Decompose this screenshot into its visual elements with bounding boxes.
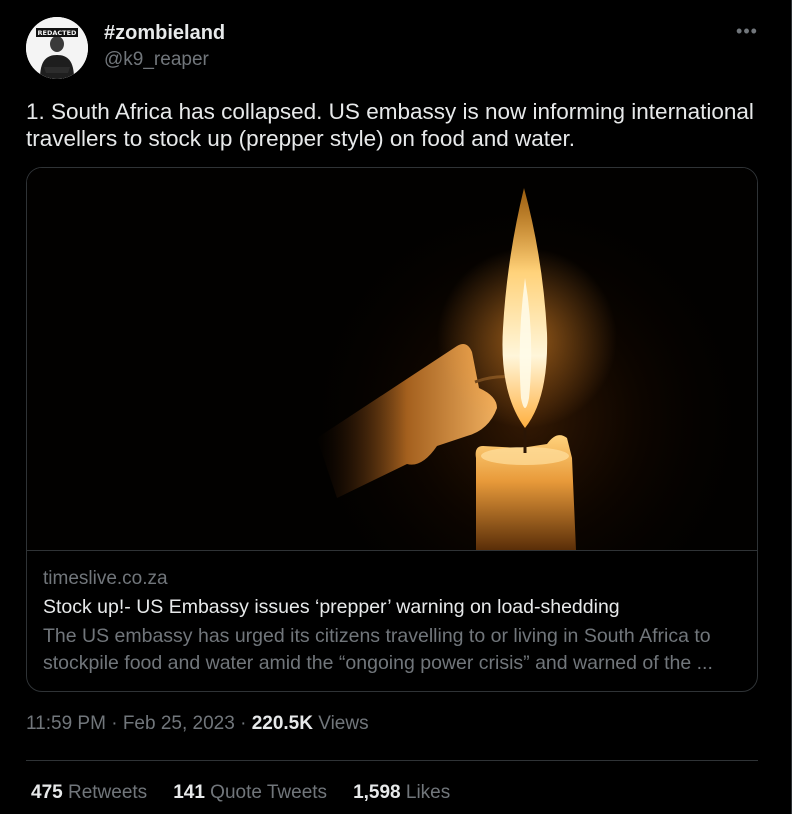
tweet-text-line: 1. South Africa has collapsed. US embass… — [26, 99, 754, 124]
card-description-line: The US embassy has urged its citizens tr… — [43, 625, 711, 647]
likes-count: 1,598 — [353, 782, 401, 803]
candle-flame-image — [27, 168, 757, 550]
quote-tweets-label: Quote Tweets — [204, 782, 328, 803]
more-horizontal-icon: ••• — [736, 21, 758, 41]
card-domain: timeslive.co.za — [43, 568, 168, 589]
avatar-image: REDACTED — [26, 17, 88, 79]
engagement-stats: 475 Retweets 141 Quote Tweets 1,598 Like… — [31, 782, 450, 804]
link-preview-card[interactable]: timeslive.co.za Stock up!- US Embassy is… — [26, 167, 758, 692]
quote-tweets-count: 141 — [173, 782, 205, 803]
card-title: Stock up!- US Embassy issues ‘prepper’ w… — [43, 596, 620, 618]
avatar[interactable]: REDACTED — [26, 17, 88, 79]
retweets-count: 475 — [31, 782, 63, 803]
likes-stat[interactable]: 1,598 Likes — [353, 782, 450, 804]
retweets-label: Retweets — [62, 782, 148, 803]
author-handle[interactable]: @k9_reaper — [104, 49, 209, 71]
tweet-text-line: travellers to stock up (prepper style) o… — [26, 126, 576, 151]
meta-separator: · — [234, 713, 252, 734]
views-count: 220.5K — [251, 713, 313, 734]
tweet-text: 1. South Africa has collapsed. US embass… — [26, 98, 766, 152]
views-label: Views — [312, 713, 369, 734]
author-display-name[interactable]: #zombieland — [104, 22, 225, 45]
tweet: REDACTED #zombieland @k9_reaper ••• 1. S… — [0, 0, 792, 814]
card-description-line: stockpile food and water amid the “ongoi… — [43, 652, 713, 674]
quote-tweets-stat[interactable]: 141 Quote Tweets — [173, 782, 327, 804]
retweets-stat[interactable]: 475 Retweets — [31, 782, 147, 804]
tweet-date[interactable]: Feb 25, 2023 — [123, 713, 235, 734]
card-description: The US embassy has urged its citizens tr… — [43, 623, 743, 677]
tweet-meta: 11:59 PM · Feb 25, 2023 · 220.5K Views — [26, 713, 369, 735]
likes-label: Likes — [400, 782, 451, 803]
tweet-time[interactable]: 11:59 PM — [26, 713, 106, 734]
more-options-button[interactable]: ••• — [732, 22, 762, 46]
avatar-badge: REDACTED — [38, 29, 78, 37]
meta-separator: · — [105, 713, 123, 734]
divider — [26, 760, 758, 761]
card-divider — [27, 550, 757, 551]
